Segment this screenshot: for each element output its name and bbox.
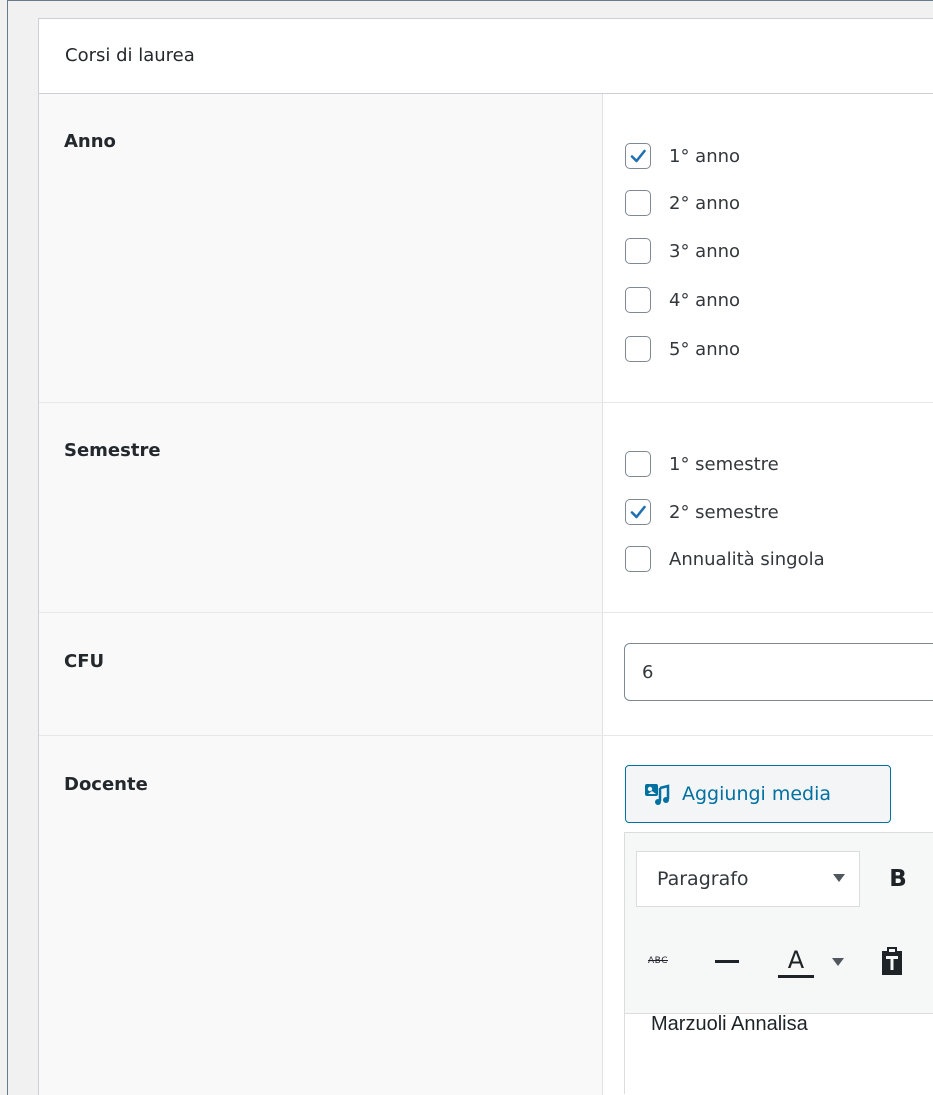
checkbox-semestre-1[interactable]: 1° semestre — [625, 451, 779, 477]
checkbox-label: 4° anno — [669, 290, 740, 311]
metabox-header: Corsi di laurea — [39, 19, 933, 94]
editor-content[interactable]: Marzuoli Annalisa — [651, 1013, 808, 1036]
field-label-cfu: CFU — [64, 651, 104, 672]
checkbox-annualita-singola[interactable]: Annualità singola — [625, 546, 825, 572]
checkbox-anno-3[interactable]: 3° anno — [625, 238, 740, 264]
checkbox[interactable] — [625, 238, 651, 264]
checkbox-anno-5[interactable]: 5° anno — [625, 336, 740, 362]
checkbox-label: 2° semestre — [669, 502, 779, 523]
checkbox[interactable] — [625, 546, 651, 572]
field-label-docente: Docente — [64, 774, 148, 795]
checkbox-label: 5° anno — [669, 339, 740, 360]
checkmark-icon — [629, 503, 647, 521]
field-label-anno: Anno — [64, 131, 116, 152]
checkbox-label: 1° anno — [669, 146, 740, 167]
checkbox-label: 1° semestre — [669, 454, 779, 475]
checkbox-anno-1[interactable]: 1° anno — [625, 143, 740, 169]
checkbox[interactable] — [625, 499, 651, 525]
editor-toolbar: Paragrafo B ABC A — [625, 833, 933, 1014]
checkbox-label: Annualità singola — [669, 549, 825, 570]
checkbox-label: 3° anno — [669, 241, 740, 262]
strikethrough-icon[interactable]: ABC — [641, 946, 675, 976]
horizontal-line-icon[interactable] — [713, 946, 741, 976]
row-separator — [39, 735, 933, 736]
row-separator — [39, 612, 933, 613]
checkbox-anno-2[interactable]: 2° anno — [625, 190, 740, 216]
checkbox[interactable] — [625, 287, 651, 313]
row-separator — [39, 402, 933, 403]
checkbox[interactable] — [625, 336, 651, 362]
chevron-down-icon[interactable] — [832, 958, 844, 966]
chevron-down-icon — [833, 874, 845, 882]
text-color-bar — [778, 975, 814, 978]
format-select-value: Paragrafo — [657, 868, 749, 890]
checkbox-semestre-2[interactable]: 2° semestre — [625, 499, 779, 525]
field-label-semestre: Semestre — [64, 440, 161, 461]
text-color-icon[interactable]: A — [775, 936, 817, 988]
wysiwyg-editor: Paragrafo B ABC A Marzuoli Annalisa — [624, 832, 933, 1094]
label-column — [39, 94, 603, 1095]
checkbox[interactable] — [625, 143, 651, 169]
checkbox[interactable] — [625, 451, 651, 477]
checkbox[interactable] — [625, 190, 651, 216]
checkbox-label: 2° anno — [669, 193, 740, 214]
metabox-title: Corsi di laurea — [65, 45, 195, 66]
checkmark-icon — [629, 147, 647, 165]
checkbox-anno-4[interactable]: 4° anno — [625, 287, 740, 313]
format-select[interactable]: Paragrafo — [636, 851, 860, 907]
bold-button[interactable]: B — [883, 861, 913, 897]
media-icon — [644, 782, 670, 806]
paste-as-text-icon[interactable] — [875, 943, 909, 979]
cfu-input[interactable] — [624, 643, 933, 701]
text-color-letter: A — [788, 947, 804, 973]
add-media-button[interactable]: Aggiungi media — [625, 765, 891, 823]
add-media-label: Aggiungi media — [682, 783, 831, 805]
clipboard-icon — [879, 946, 905, 976]
